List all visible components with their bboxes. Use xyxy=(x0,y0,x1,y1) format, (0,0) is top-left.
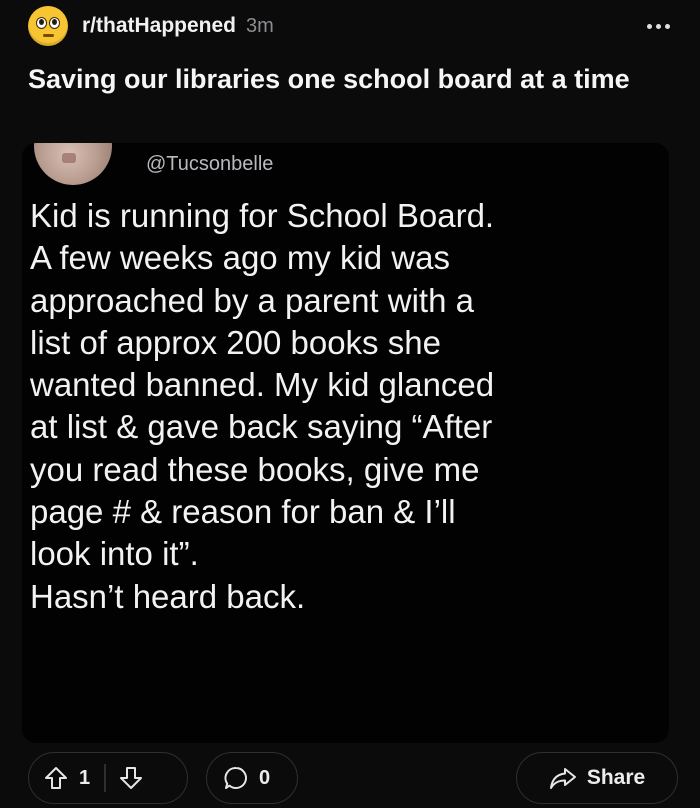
more-dot xyxy=(664,23,670,29)
action-bar: 1 0 Share xyxy=(28,752,678,804)
comment-count: 0 xyxy=(259,766,271,789)
upvote-arrow-icon[interactable] xyxy=(43,765,69,791)
flushed-face-icon[interactable] xyxy=(28,6,68,46)
vote-divider xyxy=(104,764,106,792)
tweet-handle: @Tucsonbelle xyxy=(146,153,274,175)
more-dot xyxy=(655,23,661,29)
tweet-line: at list & gave back saying “After xyxy=(30,408,493,446)
post-title[interactable]: Saving our libraries one school board at… xyxy=(28,62,668,96)
share-button[interactable]: Share xyxy=(516,752,678,804)
tweet-line: Kid is running for School Board. xyxy=(30,197,495,234)
post-image-tweet[interactable]: @Tucsonbelle Kid is running for School B… xyxy=(22,143,669,743)
avatar-mouth xyxy=(43,34,54,37)
tweet-avatar xyxy=(34,143,112,185)
more-options-icon[interactable] xyxy=(638,11,678,41)
post-view: r/thatHappened 3m Saving our libraries o… xyxy=(0,0,700,808)
comment-bubble-icon xyxy=(223,765,249,791)
more-dot xyxy=(646,23,652,29)
avatar-eye-left xyxy=(36,17,47,29)
tweet-line: list of approx 200 books she xyxy=(30,323,441,361)
vote-control: 1 xyxy=(28,752,188,804)
tweet-line: look into it”. xyxy=(30,535,199,573)
comments-button[interactable]: 0 xyxy=(206,752,298,804)
tweet-text: Kid is running for School Board. A few w… xyxy=(30,195,660,618)
tweet-line: you read these books, give me xyxy=(30,450,480,488)
upvote-count: 1 xyxy=(79,766,91,789)
tweet-line: wanted banned. My kid glanced xyxy=(30,366,495,404)
tweet-line: Hasn’t heard back. xyxy=(30,577,306,615)
tweet-line: A few weeks ago my kid was xyxy=(30,239,451,277)
post-timestamp: 3m xyxy=(246,14,274,37)
share-arrow-icon xyxy=(549,765,577,791)
subreddit-name[interactable]: r/thatHappened xyxy=(82,14,236,38)
post-header: r/thatHappened 3m xyxy=(28,6,678,46)
tweet-line: approached by a parent with a xyxy=(30,281,474,319)
share-label: Share xyxy=(586,766,646,789)
tweet-line: page # & reason for ban & I’ll xyxy=(30,493,456,531)
downvote-arrow-icon[interactable] xyxy=(118,765,144,791)
avatar-eye-right xyxy=(49,17,60,29)
